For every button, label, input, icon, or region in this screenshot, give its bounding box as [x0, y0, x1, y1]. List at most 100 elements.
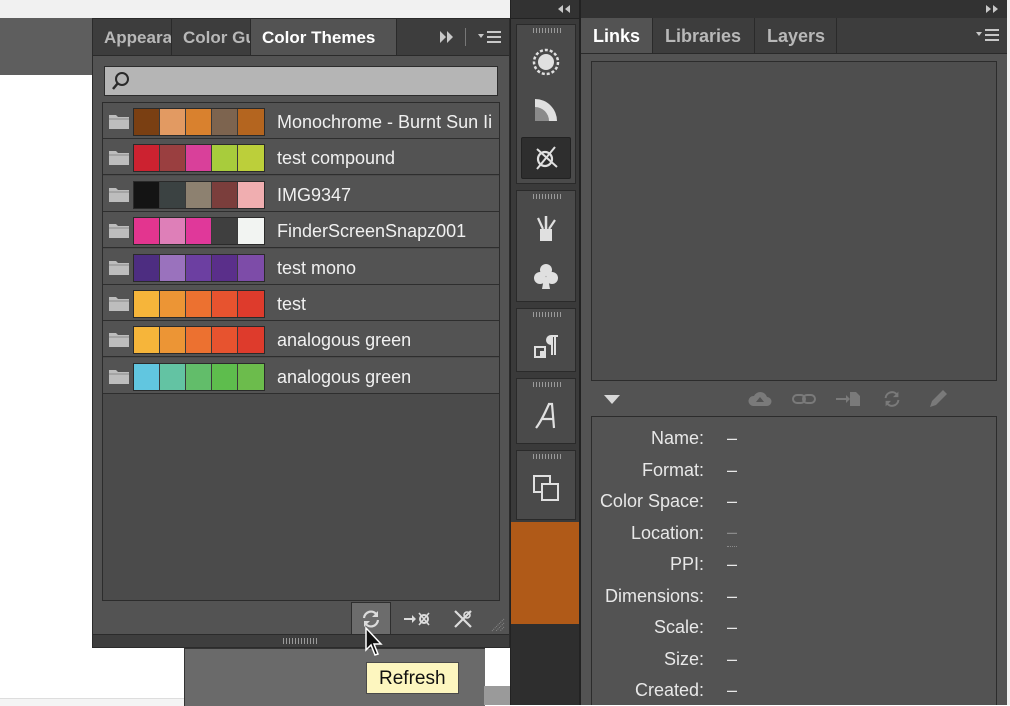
- color-swatch[interactable]: [186, 109, 212, 135]
- symbols-panel-button[interactable]: [521, 255, 571, 297]
- color-swatch[interactable]: [160, 109, 186, 135]
- tab-layers[interactable]: Layers: [755, 18, 837, 53]
- artboards-icon: [533, 475, 559, 501]
- theme-name: analogous green: [277, 330, 412, 351]
- expand-dock-icon[interactable]: [985, 4, 999, 14]
- color-swatch[interactable]: [238, 145, 264, 172]
- theme-swatches[interactable]: [133, 108, 265, 136]
- tab-links[interactable]: Links: [581, 18, 653, 53]
- theme-row[interactable]: test compound: [103, 139, 499, 176]
- theme-row[interactable]: Monochrome - Burnt Sun Ii: [103, 103, 499, 139]
- update-link-icon: [884, 391, 900, 407]
- color-swatch[interactable]: [160, 363, 186, 390]
- tab-color-themes[interactable]: Color Themes: [251, 19, 397, 55]
- theme-row[interactable]: IMG9347: [103, 175, 499, 212]
- tab-color-guide[interactable]: Color Guide: [172, 19, 251, 55]
- color-swatch[interactable]: [212, 327, 238, 354]
- panel-menu-icon[interactable]: [477, 19, 503, 55]
- tab-libraries[interactable]: Libraries: [653, 18, 755, 53]
- theme-row[interactable]: test: [103, 285, 499, 321]
- link-info-label: Size:: [663, 648, 704, 669]
- color-swatch[interactable]: [212, 291, 238, 317]
- theme-swatches[interactable]: [133, 217, 265, 246]
- color-swatch[interactable]: [238, 181, 264, 208]
- panel-collapse-grip[interactable]: [92, 634, 510, 648]
- delete-button[interactable]: [443, 602, 483, 636]
- edit-original-button[interactable]: [925, 388, 951, 410]
- color-swatch[interactable]: [238, 291, 264, 317]
- theme-swatches[interactable]: [133, 326, 265, 355]
- color-swatch[interactable]: [212, 181, 238, 208]
- theme-swatches[interactable]: [133, 362, 265, 391]
- color-swatch[interactable]: [212, 109, 238, 135]
- theme-row[interactable]: analogous green: [103, 357, 499, 394]
- tab-appearance[interactable]: Appearance: [93, 19, 172, 55]
- theme-swatches[interactable]: [133, 180, 265, 209]
- color-swatch[interactable]: [160, 291, 186, 317]
- add-to-swatches-button[interactable]: [397, 602, 437, 636]
- links-panel-header: [581, 0, 1007, 19]
- collapse-dock-icon[interactable]: [557, 4, 571, 14]
- color-swatch[interactable]: [134, 327, 160, 354]
- color-themes-panel-button[interactable]: [521, 137, 571, 179]
- color-swatch[interactable]: [238, 327, 264, 354]
- color-swatch[interactable]: [160, 254, 186, 281]
- color-swatch[interactable]: [238, 363, 264, 390]
- theme-swatches[interactable]: [133, 253, 265, 282]
- color-swatch[interactable]: [134, 145, 160, 172]
- color-swatch[interactable]: [134, 181, 160, 208]
- link-info-row: PPI: –: [592, 549, 996, 580]
- color-swatch[interactable]: [134, 291, 160, 317]
- character-styles-panel-button[interactable]: [521, 395, 571, 437]
- links-panel-menu-icon[interactable]: [975, 18, 1001, 53]
- color-swatch[interactable]: [160, 218, 186, 245]
- appearance-panel-button[interactable]: [521, 41, 571, 83]
- color-swatch[interactable]: [160, 181, 186, 208]
- theme-row[interactable]: FinderScreenSnapz001: [103, 212, 499, 249]
- color-swatch[interactable]: [186, 291, 212, 317]
- color-swatch[interactable]: [134, 109, 160, 135]
- chain-link-icon: [792, 394, 816, 404]
- brushes-panel-button[interactable]: [521, 207, 571, 249]
- color-swatch[interactable]: [186, 327, 212, 354]
- color-swatch[interactable]: [186, 218, 212, 245]
- color-swatch[interactable]: [186, 363, 212, 390]
- color-guide-panel-button[interactable]: [521, 89, 571, 131]
- color-swatch[interactable]: [134, 218, 160, 245]
- color-swatch[interactable]: [212, 363, 238, 390]
- color-swatch[interactable]: [134, 254, 160, 281]
- go-to-link-button[interactable]: [835, 388, 861, 410]
- color-swatch[interactable]: [186, 254, 212, 281]
- link-info-label: Color Space:: [599, 491, 704, 511]
- color-swatch[interactable]: [160, 145, 186, 172]
- artboards-panel-button[interactable]: [521, 467, 571, 509]
- color-swatch[interactable]: [212, 254, 238, 281]
- color-swatch[interactable]: [212, 145, 238, 172]
- color-swatch[interactable]: [186, 145, 212, 172]
- appearance-icon: [532, 48, 560, 76]
- theme-swatches[interactable]: [133, 290, 265, 318]
- update-link-button[interactable]: [879, 388, 905, 410]
- color-swatch[interactable]: [238, 254, 264, 281]
- cc-libraries-relink-button[interactable]: [747, 388, 773, 410]
- color-swatch[interactable]: [186, 181, 212, 208]
- relink-button[interactable]: [791, 388, 817, 410]
- color-swatch[interactable]: [134, 363, 160, 390]
- paragraph-styles-panel-button[interactable]: [521, 325, 571, 367]
- color-swatch[interactable]: [238, 109, 264, 135]
- expand-panel-icon[interactable]: [437, 19, 457, 55]
- theme-row[interactable]: analogous green: [103, 321, 499, 358]
- color-swatch[interactable]: [212, 218, 238, 245]
- color-swatch[interactable]: [160, 327, 186, 354]
- show-link-info-icon[interactable]: [603, 394, 621, 406]
- search-input[interactable]: [104, 66, 498, 96]
- link-info-value: –: [727, 648, 738, 669]
- link-info-row: Scale: –: [592, 612, 996, 643]
- resize-grip-icon[interactable]: [491, 618, 505, 632]
- theme-swatches[interactable]: [133, 144, 265, 173]
- theme-row[interactable]: test mono: [103, 248, 499, 285]
- folder-icon: [109, 151, 129, 166]
- color-swatch[interactable]: [238, 218, 264, 245]
- panel-bottom-toolbar: [93, 602, 509, 638]
- color-guide-icon: [535, 99, 557, 121]
